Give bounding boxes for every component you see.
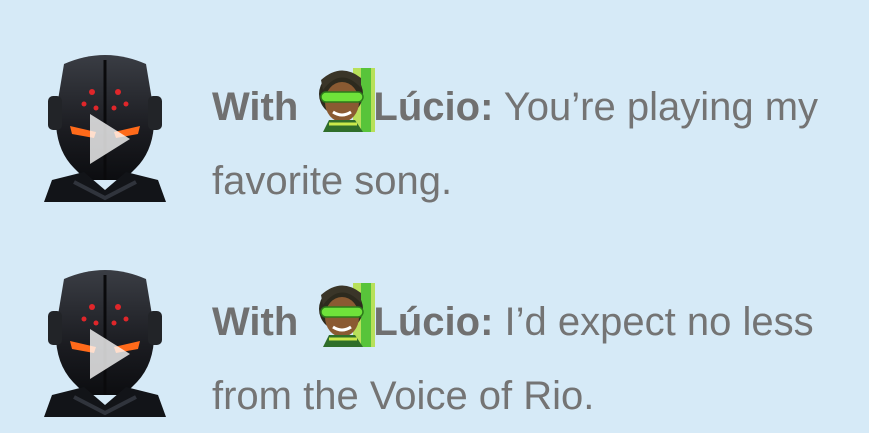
hero-name: Lúcio: — [373, 85, 494, 129]
with-prefix: With — [212, 300, 299, 344]
voice-line-text: With Lúcio: I’d expect no less from the … — [212, 283, 852, 433]
lucio-portrait-icon — [315, 283, 376, 347]
speaker-portrait-icon — [44, 270, 166, 417]
speaker-portrait-icon — [44, 55, 166, 202]
voice-line-play-button[interactable] — [44, 267, 166, 417]
lucio-portrait-icon — [315, 68, 376, 132]
voice-line-entry: With Lúcio: You’re playing my favorite s… — [0, 0, 869, 215]
voice-line-play-button[interactable] — [44, 52, 166, 202]
hero-name: Lúcio: — [373, 300, 494, 344]
voice-line-quote: You’re playing my favorite song. — [212, 85, 819, 203]
voice-line-entry: With Lúcio: I’d expect no less from the … — [0, 215, 869, 430]
voice-line-quote: I’d expect no less from the Voice of Rio… — [212, 300, 814, 418]
voice-line-text: With Lúcio: You’re playing my favorite s… — [212, 68, 852, 218]
with-prefix: With — [212, 85, 299, 129]
